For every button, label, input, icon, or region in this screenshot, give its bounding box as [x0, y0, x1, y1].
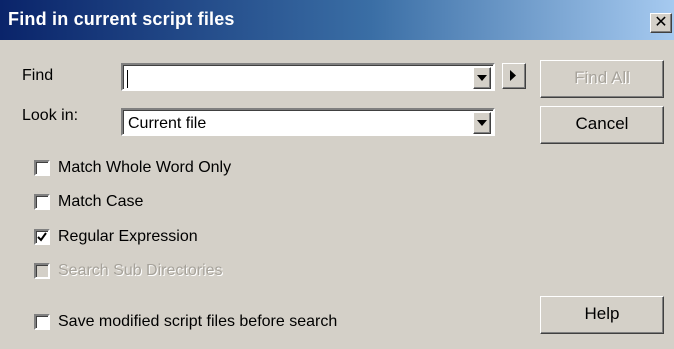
arrow-right-icon — [510, 70, 516, 81]
find-dropdown-button[interactable] — [473, 67, 491, 89]
cancel-button[interactable]: Cancel — [540, 106, 664, 144]
match-whole-word-label: Match Whole Word Only — [58, 159, 232, 176]
look-in-dropdown-button[interactable] — [473, 112, 491, 134]
find-combobox[interactable] — [121, 63, 495, 91]
find-label: Find — [22, 67, 54, 84]
text-caret — [127, 70, 128, 88]
look-in-label: Look in: — [22, 107, 79, 124]
regular-expression-label: Regular Expression — [58, 228, 198, 245]
checkmark-icon — [37, 232, 47, 242]
find-dialog: Find in current script files ✕ Find Look… — [0, 0, 674, 349]
checkbox-box[interactable] — [34, 229, 50, 245]
checkbox-box[interactable] — [34, 314, 50, 330]
chevron-down-icon — [477, 75, 487, 81]
match-case-label: Match Case — [58, 193, 144, 210]
find-all-button[interactable]: Find All — [540, 60, 664, 98]
chevron-down-icon — [477, 120, 487, 126]
dialog-title: Find in current script files — [8, 9, 235, 29]
look-in-value: Current file — [128, 115, 207, 132]
search-sub-directories-label: Search Sub Directories — [58, 262, 223, 279]
checkbox-box[interactable] — [34, 194, 50, 210]
title-bar[interactable]: Find in current script files ✕ — [0, 0, 674, 40]
checkbox-box[interactable] — [34, 160, 50, 176]
find-options-arrow-button[interactable] — [502, 63, 526, 89]
close-icon: ✕ — [654, 14, 668, 31]
checkbox-box — [34, 263, 50, 279]
help-button[interactable]: Help — [540, 296, 664, 334]
save-modified-label: Save modified script files before search — [58, 313, 338, 330]
look-in-combobox[interactable]: Current file — [121, 108, 495, 136]
close-button[interactable]: ✕ — [650, 13, 672, 33]
